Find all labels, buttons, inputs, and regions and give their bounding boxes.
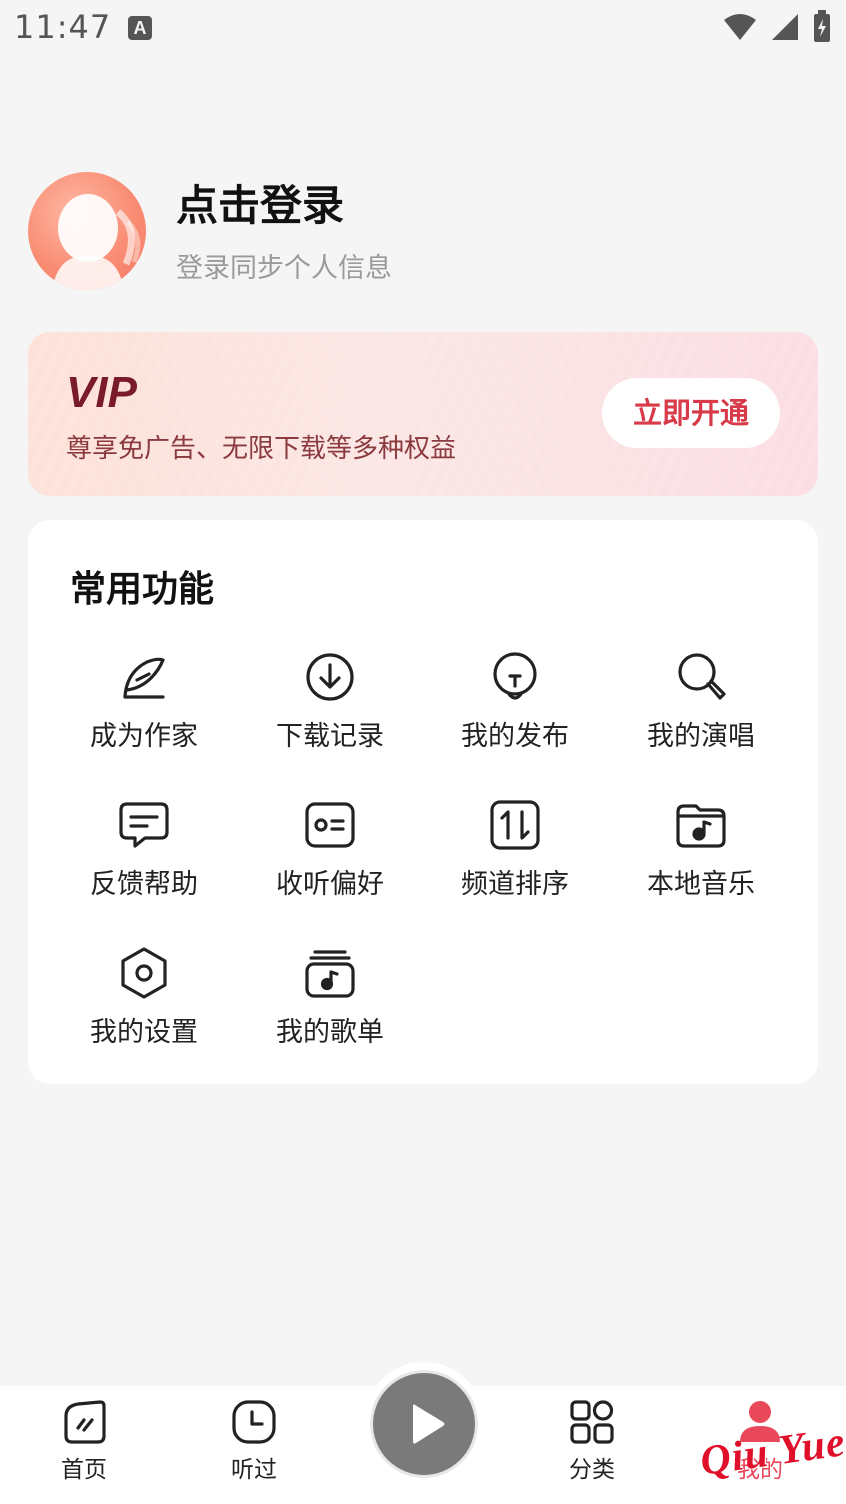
microphone-search-icon [678, 653, 726, 700]
nav-label: 分类 [569, 1457, 615, 1483]
function-label: 我的发布 [461, 721, 569, 752]
status-time: 11:47 [14, 8, 112, 46]
login-title[interactable]: 点击登录 [176, 172, 344, 233]
function-local-music[interactable]: 本地音乐 [616, 798, 786, 918]
nav-category[interactable]: 分类 [532, 1386, 652, 1484]
download-circle-icon [306, 653, 354, 701]
nav-label: 听过 [231, 1457, 277, 1483]
lightbulb-icon [493, 652, 537, 700]
play-icon [413, 1404, 445, 1444]
function-my-settings[interactable]: 我的设置 [59, 946, 229, 1066]
function-download-history[interactable]: 下载记录 [245, 650, 415, 770]
status-bar: 11:47 A [0, 0, 846, 58]
function-label: 我的演唱 [647, 721, 755, 752]
playlist-icon [305, 950, 355, 998]
default-avatar-icon [52, 194, 141, 290]
function-channel-sort[interactable]: 频道排序 [430, 798, 600, 918]
preference-card-icon [305, 802, 355, 848]
function-become-writer[interactable]: 成为作家 [59, 650, 229, 770]
wifi-icon [724, 14, 756, 40]
history-clock-icon [232, 1400, 276, 1444]
function-label: 本地音乐 [647, 869, 755, 900]
vip-description: 尊享免广告、无限下载等多种权益 [66, 434, 457, 464]
function-label: 我的设置 [90, 1017, 198, 1048]
feedback-message-icon [119, 802, 169, 848]
login-subtitle: 登录同步个人信息 [176, 253, 392, 284]
function-label: 收听偏好 [276, 869, 384, 900]
function-label: 频道排序 [461, 869, 569, 900]
section-title: 常用功能 [70, 569, 215, 610]
function-label: 成为作家 [90, 721, 198, 752]
play-button[interactable] [370, 1370, 478, 1478]
feather-pen-icon [123, 657, 165, 699]
vip-card[interactable]: VIP 尊享免广告、无限下载等多种权益 立即开通 [28, 332, 818, 496]
function-label: 反馈帮助 [90, 869, 198, 900]
home-icon [64, 1400, 106, 1444]
music-folder-icon [676, 804, 726, 848]
vip-activate-button[interactable]: 立即开通 [602, 378, 780, 448]
function-label: 下载记录 [276, 721, 384, 752]
battery-charging-icon [814, 10, 830, 42]
function-my-posts[interactable]: 我的发布 [430, 650, 600, 770]
function-label: 我的歌单 [276, 1017, 384, 1048]
nav-home[interactable]: 首页 [24, 1386, 144, 1484]
function-my-playlist[interactable]: 我的歌单 [245, 946, 415, 1066]
settings-hexagon-icon [121, 947, 167, 999]
signal-icon [772, 14, 798, 40]
sort-arrows-icon [490, 800, 540, 850]
keyboard-a-icon: A [128, 16, 152, 40]
nav-history[interactable]: 听过 [194, 1386, 314, 1484]
function-listening-preference[interactable]: 收听偏好 [245, 798, 415, 918]
status-icons [722, 10, 832, 44]
nav-label: 首页 [61, 1457, 107, 1483]
category-grid-icon [570, 1400, 614, 1444]
vip-title: VIP [66, 368, 137, 417]
common-functions-card: 常用功能 成为作家 下载记录 我的发布 我的演唱 反馈帮助 收听偏好 频道排序 … [28, 520, 818, 1084]
avatar[interactable] [28, 172, 146, 290]
function-my-singing[interactable]: 我的演唱 [616, 650, 786, 770]
function-feedback-help[interactable]: 反馈帮助 [59, 798, 229, 918]
